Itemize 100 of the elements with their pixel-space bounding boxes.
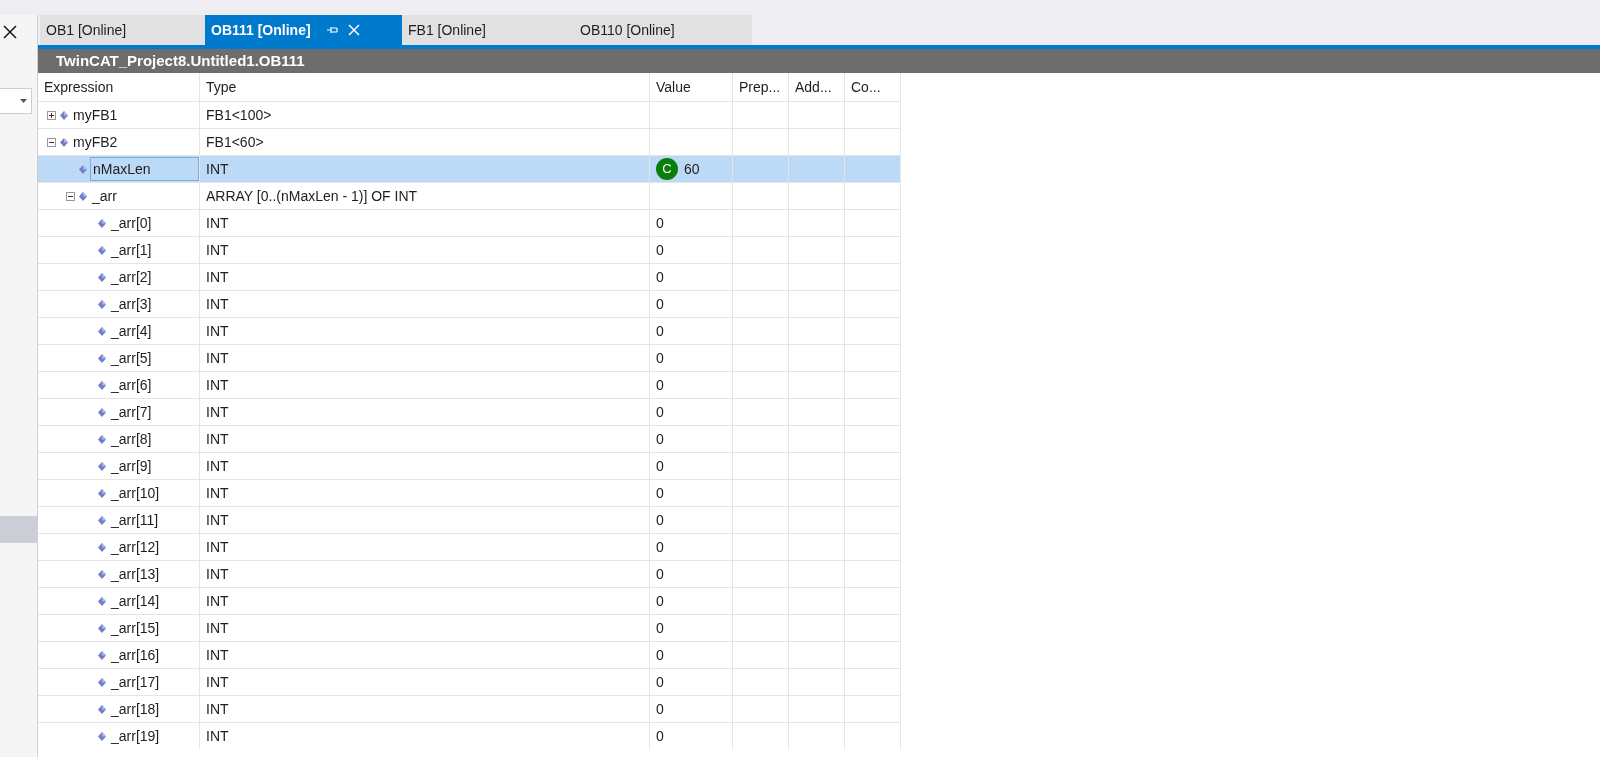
type-cell-text: INT [206, 483, 229, 503]
editor-tab[interactable]: OB111 [Online] [205, 15, 402, 45]
expression-cell[interactable]: _arr[0] [109, 211, 154, 235]
table-row[interactable]: _arr[11] INT 0 [38, 506, 901, 533]
editor-title: TwinCAT_Project8.Untitled1.OB111 [38, 49, 1600, 73]
value-cell-text: 0 [656, 483, 664, 503]
expression-cell[interactable]: _arr[9] [109, 454, 154, 478]
type-cell-text: INT [206, 591, 229, 611]
expression-cell[interactable]: _arr[18] [109, 697, 162, 721]
variable-icon [98, 245, 106, 255]
value-cell-text: 0 [656, 672, 664, 692]
expression-cell[interactable]: _arr[14] [109, 589, 162, 613]
table-row[interactable]: _arr[10] INT 0 [38, 479, 901, 506]
expression-cell[interactable]: _arr[2] [109, 265, 154, 289]
value-cell-text: 0 [656, 537, 664, 557]
expression-cell[interactable]: _arr[17] [109, 670, 162, 694]
variable-icon [98, 569, 106, 579]
expression-cell[interactable]: _arr[12] [109, 535, 162, 559]
variable-icon [98, 731, 106, 741]
caret-icon [20, 99, 27, 103]
variable-icon [98, 488, 106, 498]
type-cell-text: INT [206, 564, 229, 584]
expression-cell[interactable]: nMaxLen [90, 157, 199, 181]
type-cell-text: FB1<60> [206, 132, 264, 152]
table-row[interactable]: _arr[0] INT 0 [38, 209, 901, 236]
type-cell-text: INT [206, 267, 229, 287]
pin-icon[interactable] [326, 25, 338, 35]
table-row[interactable]: _arr[3] INT 0 [38, 290, 901, 317]
value-cell-text: 0 [656, 429, 664, 449]
value-cell-text: 0 [656, 402, 664, 422]
variable-icon [98, 326, 106, 336]
type-cell-text: INT [206, 294, 229, 314]
table-row[interactable]: _arr[17] INT 0 [38, 668, 901, 695]
table-row[interactable]: myFB2 FB1<60> [38, 128, 901, 155]
type-cell-text: INT [206, 510, 229, 530]
expression-cell[interactable]: _arr[15] [109, 616, 162, 640]
expression-cell[interactable]: _arr[7] [109, 400, 154, 424]
variable-icon [98, 353, 106, 363]
type-cell-text: INT [206, 321, 229, 341]
expression-cell[interactable]: _arr[4] [109, 319, 154, 343]
variable-icon [79, 164, 87, 174]
expression-cell[interactable]: _arr[5] [109, 346, 154, 370]
type-cell-text: INT [206, 429, 229, 449]
value-cell-text: 0 [656, 699, 664, 719]
type-cell-text: ARRAY [0..(nMaxLen - 1)] OF INT [206, 186, 418, 206]
table-row[interactable]: _arr[5] INT 0 [38, 344, 901, 371]
table-row[interactable]: _arr[19] INT 0 [38, 722, 901, 749]
table-row[interactable]: myFB1 FB1<100> [38, 101, 901, 128]
expression-cell[interactable]: myFB2 [71, 130, 120, 154]
table-row[interactable]: _arr[7] INT 0 [38, 398, 901, 425]
expression-cell[interactable]: _arr[10] [109, 481, 162, 505]
variable-icon [98, 461, 106, 471]
table-row[interactable]: _arr[6] INT 0 [38, 371, 901, 398]
type-cell-text: INT [206, 537, 229, 557]
expression-cell[interactable]: _arr[3] [109, 292, 154, 316]
value-cell-text: 0 [656, 267, 664, 287]
variable-icon [98, 542, 106, 552]
table-row[interactable]: _arr[4] INT 0 [38, 317, 901, 344]
table-row[interactable]: _arr[16] INT 0 [38, 641, 901, 668]
expression-cell[interactable]: myFB1 [71, 103, 120, 127]
table-row[interactable]: _arr[14] INT 0 [38, 587, 901, 614]
value-cell-text: 60 [684, 159, 700, 179]
table-row[interactable]: _arr[12] INT 0 [38, 533, 901, 560]
value-cell-text: 0 [656, 321, 664, 341]
table-row[interactable]: _arr[9] INT 0 [38, 452, 901, 479]
variable-icon [98, 623, 106, 633]
dropdown-field[interactable] [0, 88, 32, 114]
expression-cell[interactable]: _arr[11] [109, 508, 161, 532]
table-row[interactable]: nMaxLen INT C 60 [38, 155, 901, 182]
expression-cell[interactable]: _arr[13] [109, 562, 162, 586]
close-icon[interactable] [3, 24, 17, 39]
collapse-icon[interactable] [46, 137, 56, 147]
variable-icon [98, 380, 106, 390]
type-cell-text: INT [206, 213, 229, 233]
variable-icon [98, 677, 106, 687]
expression-cell[interactable]: _arr[16] [109, 643, 162, 667]
expression-cell[interactable]: _arr [90, 184, 119, 208]
editor-tab[interactable]: FB1 [Online] [402, 15, 560, 45]
variable-icon [98, 218, 106, 228]
editor-tab[interactable]: OB1 [Online] [40, 15, 205, 45]
table-row[interactable]: _arr ARRAY [0..(nMaxLen - 1)] OF INT [38, 182, 901, 209]
expression-cell[interactable]: _arr[6] [109, 373, 154, 397]
value-cell-text: 0 [656, 726, 664, 746]
expand-icon[interactable] [46, 110, 56, 120]
table-row[interactable]: _arr[18] INT 0 [38, 695, 901, 722]
expression-cell[interactable]: _arr[1] [109, 238, 154, 262]
variable-icon [60, 137, 68, 147]
expression-cell[interactable]: _arr[8] [109, 427, 154, 451]
table-row[interactable]: _arr[2] INT 0 [38, 263, 901, 290]
expression-cell[interactable]: _arr[19] [109, 724, 162, 748]
editor-tab[interactable]: OB110 [Online] [560, 15, 752, 45]
table-row[interactable]: _arr[15] INT 0 [38, 614, 901, 641]
type-cell-text: INT [206, 672, 229, 692]
value-cell-text: 0 [656, 240, 664, 260]
value-cell-text: 0 [656, 618, 664, 638]
table-row[interactable]: _arr[8] INT 0 [38, 425, 901, 452]
table-row[interactable]: _arr[13] INT 0 [38, 560, 901, 587]
value-cell-text: 0 [656, 456, 664, 476]
table-row[interactable]: _arr[1] INT 0 [38, 236, 901, 263]
collapse-icon[interactable] [65, 191, 75, 201]
